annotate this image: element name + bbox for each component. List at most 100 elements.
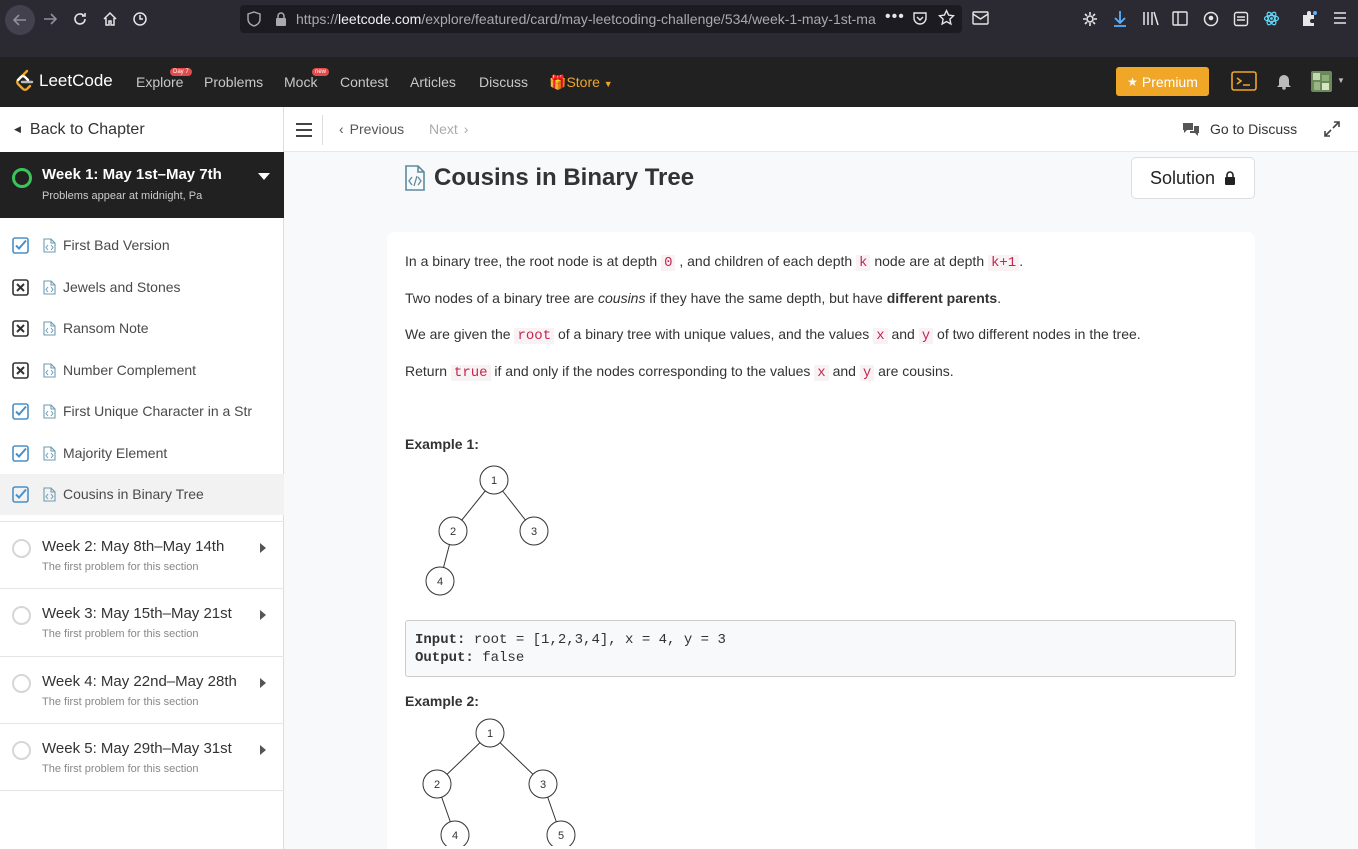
- problem-title: First Bad Version: [63, 237, 170, 253]
- example-1-io-block: Input: root = [1,2,3,4], x = 4, y = 3 Ou…: [405, 620, 1236, 677]
- checkbox-checked-icon: [12, 403, 29, 420]
- sidebar-icon[interactable]: [1172, 11, 1188, 31]
- shield-icon[interactable]: [246, 11, 262, 32]
- reload-icon[interactable]: [66, 5, 94, 33]
- current-week-header[interactable]: Week 1: May 1st–May 7th Problems appear …: [0, 152, 284, 218]
- explore-day-badge: Day 7: [170, 68, 192, 76]
- progress-circle-icon: [12, 740, 31, 760]
- sidebar-week-section[interactable]: Week 3: May 15th–May 21st The first probl…: [0, 588, 284, 655]
- address-bar[interactable]: https://leetcode.com/explore/featured/ca…: [240, 5, 962, 33]
- caret-right-icon[interactable]: [260, 610, 266, 621]
- nav-contest[interactable]: Contest: [340, 74, 388, 90]
- back-arrow-icon[interactable]: [5, 5, 35, 35]
- nav-explore[interactable]: Explore: [136, 74, 183, 90]
- progress-circle-icon: [12, 673, 31, 693]
- week-subtitle: Problems appear at midnight, Pa: [42, 190, 203, 202]
- output-label: Output:: [415, 650, 474, 666]
- question-toolbar: ‹ Previous Next › Go to Discuss: [284, 107, 1358, 152]
- extensions-icon[interactable]: [1301, 10, 1318, 32]
- account-icon[interactable]: [1203, 11, 1219, 32]
- chevron-right-icon: ›: [463, 121, 469, 137]
- sidebar-problem-item[interactable]: Majority Element: [0, 433, 284, 474]
- problem-title: Cousins in Binary Tree: [63, 486, 204, 502]
- chevron-left-icon: ◀: [14, 124, 21, 134]
- problem-doc-icon: [43, 321, 56, 336]
- nav-articles[interactable]: Articles: [410, 74, 456, 90]
- problem-title: Ransom Note: [63, 320, 149, 336]
- week-title: Week 2: May 8th–May 14th: [42, 538, 225, 555]
- tree-node-label: 1: [487, 728, 493, 740]
- nav-store[interactable]: 🎁Store ▼: [549, 74, 613, 91]
- description-paragraph-2: Two nodes of a binary tree are cousins i…: [405, 290, 1002, 306]
- checkbox-checked-icon: [12, 237, 29, 254]
- next-button[interactable]: Next ›: [429, 121, 468, 137]
- progress-circle-icon: [12, 168, 32, 188]
- caret-down-icon[interactable]: [258, 173, 270, 180]
- react-devtools-icon[interactable]: [1263, 10, 1280, 32]
- caret-right-icon[interactable]: [260, 677, 266, 688]
- sidebar-week-section[interactable]: Week 2: May 8th–May 14th The first proble…: [0, 521, 284, 588]
- solution-button[interactable]: Solution: [1131, 157, 1255, 199]
- divider: [322, 115, 323, 145]
- notification-bell-icon[interactable]: [1276, 72, 1292, 95]
- checkbox-cross-icon: [12, 278, 29, 296]
- problem-doc-icon: [43, 404, 56, 419]
- description-paragraph-3: We are given the root of a binary tree w…: [405, 326, 1141, 344]
- home-icon[interactable]: [96, 5, 124, 33]
- week-title: Week 5: May 29th–May 31st: [42, 739, 232, 757]
- back-label: Back to Chapter: [29, 120, 145, 138]
- sidebar-problem-item[interactable]: Number Complement: [0, 350, 284, 391]
- sidebar-problem-item[interactable]: Cousins in Binary Tree: [0, 474, 284, 515]
- library-icon[interactable]: [1142, 11, 1159, 31]
- reader-view-icon[interactable]: [1233, 11, 1249, 32]
- bookmark-star-icon[interactable]: [937, 8, 956, 31]
- url-text[interactable]: https://leetcode.com/explore/featured/ca…: [296, 11, 876, 27]
- forward-arrow-icon[interactable]: [36, 5, 64, 33]
- nav-problems[interactable]: Problems: [204, 74, 263, 90]
- avatar-caret-icon[interactable]: ▼: [1337, 76, 1345, 85]
- caret-right-icon[interactable]: [260, 543, 266, 553]
- week-subtitle: The first problem for this section: [42, 628, 199, 641]
- lock-icon: [274, 11, 288, 32]
- history-icon[interactable]: [126, 5, 154, 33]
- checkbox-cross-icon: [12, 320, 29, 337]
- nav-discuss[interactable]: Discuss: [479, 74, 528, 90]
- problem-title: First Unique Character in a String: [63, 403, 253, 419]
- sidebar-problem-item[interactable]: First Unique Character in a String: [0, 391, 284, 432]
- checkbox-cross-icon: [12, 361, 29, 379]
- store-label: Store: [566, 74, 600, 90]
- week-title: Week 1: May 1st–May 7th: [42, 166, 222, 183]
- fullscreen-expand-icon[interactable]: [1324, 121, 1340, 142]
- site-logo[interactable]: LeetCode: [13, 69, 113, 93]
- tree-node-label: 2: [434, 779, 440, 791]
- problem-doc-icon: [43, 279, 56, 295]
- browser-toolbar: https://leetcode.com/explore/featured/ca…: [0, 0, 1358, 40]
- problem-title: Jewels and Stones: [63, 278, 181, 295]
- more-actions-icon[interactable]: •••: [885, 8, 905, 26]
- pocket-icon[interactable]: [912, 10, 928, 31]
- divider: [0, 790, 284, 791]
- sidebar-week-section[interactable]: Week 5: May 29th–May 31st The first probl…: [0, 722, 284, 790]
- nav-mock[interactable]: Mock: [284, 74, 317, 90]
- sidebar-problem-item[interactable]: Ransom Note: [0, 308, 284, 349]
- premium-button[interactable]: ★ Premium: [1116, 67, 1209, 96]
- playground-icon[interactable]: [1231, 71, 1257, 96]
- sidebar-problem-item[interactable]: First Bad Version: [0, 225, 284, 266]
- tree-node-label: 2: [450, 526, 456, 538]
- example-1-tree-diagram: 1 2 3 4: [425, 465, 549, 596]
- sidebar-problem-item[interactable]: Jewels and Stones: [0, 267, 284, 308]
- download-icon[interactable]: [1112, 10, 1128, 33]
- go-to-discuss-button[interactable]: Go to Discuss: [1181, 121, 1297, 137]
- previous-button[interactable]: ‹ Previous: [339, 121, 404, 137]
- avatar[interactable]: [1311, 71, 1332, 92]
- week-subtitle: The first problem for this section: [42, 762, 199, 775]
- sidebar-week-section[interactable]: Week 4: May 22nd–May 28th The first probl…: [0, 655, 284, 723]
- mail-icon[interactable]: [972, 11, 989, 30]
- settings-gear-icon[interactable]: [1082, 11, 1098, 32]
- caret-right-icon[interactable]: [260, 744, 266, 755]
- list-menu-icon[interactable]: [295, 122, 313, 143]
- back-to-chapter-link[interactable]: ◀ Back to Chapter: [0, 107, 284, 152]
- week-subtitle: The first problem for this section: [42, 561, 199, 573]
- progress-circle-icon: [12, 539, 31, 558]
- menu-hamburger-icon[interactable]: [1332, 11, 1348, 30]
